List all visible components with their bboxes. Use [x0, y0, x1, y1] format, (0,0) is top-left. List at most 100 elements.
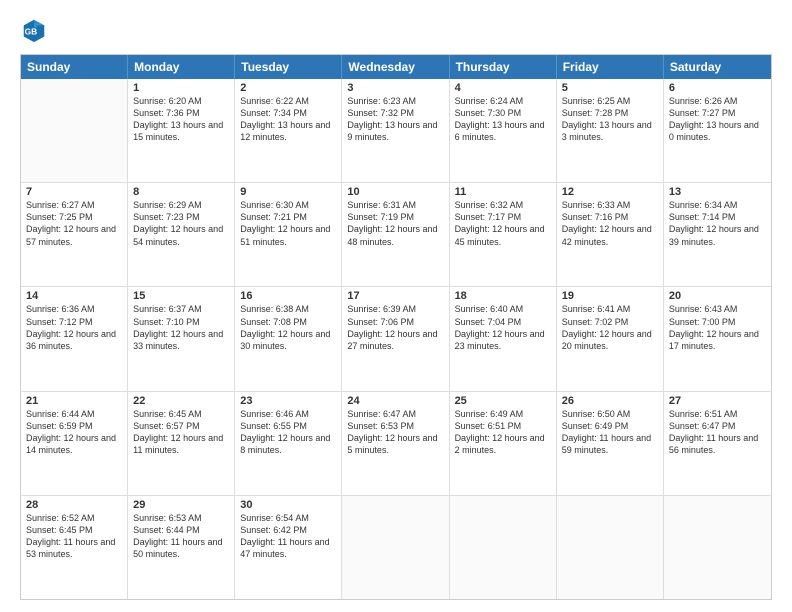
sunrise-text: Sunrise: 6:40 AM [455, 303, 551, 315]
daylight-text: Daylight: 12 hours and 57 minutes. [26, 223, 122, 247]
calendar-cell: 3Sunrise: 6:23 AMSunset: 7:32 PMDaylight… [342, 79, 449, 182]
sunset-text: Sunset: 7:25 PM [26, 211, 122, 223]
day-number: 10 [347, 186, 443, 198]
daylight-text: Daylight: 12 hours and 45 minutes. [455, 223, 551, 247]
calendar-cell: 14Sunrise: 6:36 AMSunset: 7:12 PMDayligh… [21, 287, 128, 390]
sunrise-text: Sunrise: 6:34 AM [669, 199, 766, 211]
header-day-saturday: Saturday [664, 55, 771, 79]
daylight-text: Daylight: 12 hours and 33 minutes. [133, 328, 229, 352]
sunset-text: Sunset: 7:06 PM [347, 316, 443, 328]
calendar-cell: 15Sunrise: 6:37 AMSunset: 7:10 PMDayligh… [128, 287, 235, 390]
header-day-friday: Friday [557, 55, 664, 79]
sunset-text: Sunset: 7:12 PM [26, 316, 122, 328]
sunset-text: Sunset: 7:27 PM [669, 107, 766, 119]
sunrise-text: Sunrise: 6:41 AM [562, 303, 658, 315]
calendar-cell: 12Sunrise: 6:33 AMSunset: 7:16 PMDayligh… [557, 183, 664, 286]
calendar-cell: 26Sunrise: 6:50 AMSunset: 6:49 PMDayligh… [557, 392, 664, 495]
header-day-monday: Monday [128, 55, 235, 79]
calendar-cell: 29Sunrise: 6:53 AMSunset: 6:44 PMDayligh… [128, 496, 235, 599]
calendar-body: 1Sunrise: 6:20 AMSunset: 7:36 PMDaylight… [21, 79, 771, 599]
daylight-text: Daylight: 12 hours and 27 minutes. [347, 328, 443, 352]
daylight-text: Daylight: 12 hours and 8 minutes. [240, 432, 336, 456]
day-number: 7 [26, 186, 122, 198]
logo: GB [20, 16, 52, 44]
calendar-cell: 18Sunrise: 6:40 AMSunset: 7:04 PMDayligh… [450, 287, 557, 390]
day-number: 22 [133, 395, 229, 407]
calendar-cell: 9Sunrise: 6:30 AMSunset: 7:21 PMDaylight… [235, 183, 342, 286]
calendar-cell: 28Sunrise: 6:52 AMSunset: 6:45 PMDayligh… [21, 496, 128, 599]
daylight-text: Daylight: 11 hours and 53 minutes. [26, 536, 122, 560]
daylight-text: Daylight: 12 hours and 39 minutes. [669, 223, 766, 247]
day-number: 25 [455, 395, 551, 407]
sunrise-text: Sunrise: 6:23 AM [347, 95, 443, 107]
day-number: 29 [133, 499, 229, 511]
calendar-row-4: 21Sunrise: 6:44 AMSunset: 6:59 PMDayligh… [21, 392, 771, 496]
calendar-cell: 4Sunrise: 6:24 AMSunset: 7:30 PMDaylight… [450, 79, 557, 182]
calendar-cell: 16Sunrise: 6:38 AMSunset: 7:08 PMDayligh… [235, 287, 342, 390]
sunset-text: Sunset: 6:49 PM [562, 420, 658, 432]
calendar-cell [557, 496, 664, 599]
calendar-cell: 25Sunrise: 6:49 AMSunset: 6:51 PMDayligh… [450, 392, 557, 495]
sunset-text: Sunset: 6:44 PM [133, 524, 229, 536]
sunset-text: Sunset: 6:53 PM [347, 420, 443, 432]
calendar-row-5: 28Sunrise: 6:52 AMSunset: 6:45 PMDayligh… [21, 496, 771, 599]
sunrise-text: Sunrise: 6:22 AM [240, 95, 336, 107]
day-number: 5 [562, 82, 658, 94]
sunset-text: Sunset: 7:34 PM [240, 107, 336, 119]
calendar-cell: 13Sunrise: 6:34 AMSunset: 7:14 PMDayligh… [664, 183, 771, 286]
daylight-text: Daylight: 13 hours and 15 minutes. [133, 119, 229, 143]
day-number: 11 [455, 186, 551, 198]
calendar-row-1: 1Sunrise: 6:20 AMSunset: 7:36 PMDaylight… [21, 79, 771, 183]
sunset-text: Sunset: 6:51 PM [455, 420, 551, 432]
sunrise-text: Sunrise: 6:39 AM [347, 303, 443, 315]
day-number: 8 [133, 186, 229, 198]
day-number: 27 [669, 395, 766, 407]
calendar-row-3: 14Sunrise: 6:36 AMSunset: 7:12 PMDayligh… [21, 287, 771, 391]
calendar-cell: 21Sunrise: 6:44 AMSunset: 6:59 PMDayligh… [21, 392, 128, 495]
header-day-tuesday: Tuesday [235, 55, 342, 79]
page: GB SundayMondayTuesdayWednesdayThursdayF… [0, 0, 792, 612]
calendar-header: SundayMondayTuesdayWednesdayThursdayFrid… [21, 55, 771, 79]
daylight-text: Daylight: 13 hours and 9 minutes. [347, 119, 443, 143]
day-number: 26 [562, 395, 658, 407]
calendar-cell [21, 79, 128, 182]
calendar-cell: 7Sunrise: 6:27 AMSunset: 7:25 PMDaylight… [21, 183, 128, 286]
sunrise-text: Sunrise: 6:37 AM [133, 303, 229, 315]
calendar-cell: 2Sunrise: 6:22 AMSunset: 7:34 PMDaylight… [235, 79, 342, 182]
sunrise-text: Sunrise: 6:38 AM [240, 303, 336, 315]
day-number: 21 [26, 395, 122, 407]
day-number: 23 [240, 395, 336, 407]
sunset-text: Sunset: 7:36 PM [133, 107, 229, 119]
sunset-text: Sunset: 7:16 PM [562, 211, 658, 223]
sunset-text: Sunset: 7:32 PM [347, 107, 443, 119]
sunset-text: Sunset: 6:47 PM [669, 420, 766, 432]
logo-icon: GB [20, 16, 48, 44]
sunrise-text: Sunrise: 6:52 AM [26, 512, 122, 524]
sunrise-text: Sunrise: 6:32 AM [455, 199, 551, 211]
daylight-text: Daylight: 12 hours and 11 minutes. [133, 432, 229, 456]
calendar-cell [450, 496, 557, 599]
calendar-row-2: 7Sunrise: 6:27 AMSunset: 7:25 PMDaylight… [21, 183, 771, 287]
day-number: 1 [133, 82, 229, 94]
sunset-text: Sunset: 7:23 PM [133, 211, 229, 223]
daylight-text: Daylight: 12 hours and 17 minutes. [669, 328, 766, 352]
daylight-text: Daylight: 12 hours and 36 minutes. [26, 328, 122, 352]
sunrise-text: Sunrise: 6:49 AM [455, 408, 551, 420]
daylight-text: Daylight: 11 hours and 56 minutes. [669, 432, 766, 456]
sunrise-text: Sunrise: 6:50 AM [562, 408, 658, 420]
calendar-cell: 20Sunrise: 6:43 AMSunset: 7:00 PMDayligh… [664, 287, 771, 390]
sunrise-text: Sunrise: 6:51 AM [669, 408, 766, 420]
day-number: 12 [562, 186, 658, 198]
header: GB [20, 16, 772, 44]
sunrise-text: Sunrise: 6:47 AM [347, 408, 443, 420]
sunset-text: Sunset: 7:21 PM [240, 211, 336, 223]
day-number: 6 [669, 82, 766, 94]
day-number: 18 [455, 290, 551, 302]
sunrise-text: Sunrise: 6:44 AM [26, 408, 122, 420]
calendar-cell: 1Sunrise: 6:20 AMSunset: 7:36 PMDaylight… [128, 79, 235, 182]
calendar: SundayMondayTuesdayWednesdayThursdayFrid… [20, 54, 772, 600]
calendar-cell: 19Sunrise: 6:41 AMSunset: 7:02 PMDayligh… [557, 287, 664, 390]
calendar-cell: 5Sunrise: 6:25 AMSunset: 7:28 PMDaylight… [557, 79, 664, 182]
sunrise-text: Sunrise: 6:25 AM [562, 95, 658, 107]
day-number: 13 [669, 186, 766, 198]
